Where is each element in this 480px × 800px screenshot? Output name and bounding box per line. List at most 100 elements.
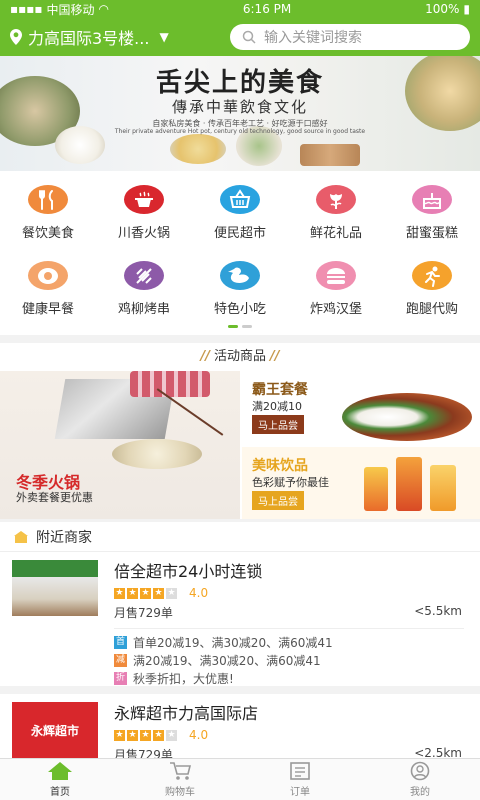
star-icon: ★ <box>127 729 138 741</box>
location-label: 力高国际3号楼... <box>28 29 150 48</box>
drinks-try-button[interactable]: 马上品尝 <box>252 491 304 510</box>
category-item-hotpot[interactable]: 川香火锅 <box>96 171 192 241</box>
app-header: 力高国际3号楼... ▼ 输入关键词搜索 <box>0 18 480 56</box>
category-item-flowers[interactable]: 鲜花礼品 <box>288 171 384 241</box>
decor-slash-icon: // <box>200 349 210 364</box>
nearby-title: 附近商家 <box>36 529 92 546</box>
page-dot-active <box>228 325 238 328</box>
hotpot-icon <box>124 185 164 214</box>
category-label: 鸡柳烤串 <box>117 302 170 317</box>
activity-title-label: 活动商品 <box>213 349 266 364</box>
promo-banner[interactable]: 舌尖上的美食 傳承中華飲食文化 自家私房美食 · 传承百年老工艺 · 好吃源于口… <box>0 56 480 171</box>
egg-icon <box>28 261 68 290</box>
home-icon <box>48 762 72 780</box>
shop-list: 倍全超市24小时连锁 ★ ★ ★ ★ ★ 4.0 月售729单 <5.5km 首 首单2… <box>0 552 480 758</box>
category-item-supermarket[interactable]: 便民超市 <box>192 171 288 241</box>
promo-item: 减 满20减19、满30减20、满60减41 <box>114 651 464 669</box>
category-item-snacks[interactable]: 特色小吃 <box>192 247 288 317</box>
clock: 6:16 PM <box>242 2 292 16</box>
winter-hotpot-card[interactable]: 冬季火锅 外卖套餐更优惠 <box>0 371 240 519</box>
nav-profile[interactable]: 我的 <box>360 759 480 800</box>
cake-icon <box>412 185 452 214</box>
location-selector[interactable]: 力高国际3号楼... ▼ <box>10 25 230 49</box>
drinks-title: 美味饮品 <box>252 458 308 474</box>
star-icon: ★ <box>153 729 164 741</box>
app-screen: ▪▪▪▪ 中国移动 ◠ 6:16 PM 100% ▮ 力高国际3号楼... ▼ … <box>0 0 480 800</box>
star-icon: ★ <box>114 729 125 741</box>
shop-logo: 永辉超市 <box>12 702 98 758</box>
shop-name: 倍全超市24小时连锁 <box>114 562 263 581</box>
banner-subtitle: 傳承中華飲食文化 <box>171 98 308 116</box>
combo-meal-image <box>342 393 472 441</box>
promo-text: 首单20减19、满30减20、满60减41 <box>133 635 333 650</box>
drink-glass-image <box>430 465 456 511</box>
runner-icon <box>412 261 452 290</box>
promo-text: 满20减19、满30减20、满60减41 <box>133 653 321 668</box>
shop-monthly-sales: 月售729单 <box>114 606 173 620</box>
combo-meal-card[interactable]: 霸王套餐 满20减10 马上品尝 <box>242 371 480 445</box>
combo-meal-title: 霸王套餐 <box>252 382 308 398</box>
promo-item: 首 首单20减19、满30减20、满60减41 <box>114 633 464 651</box>
star-icon: ★ <box>140 587 151 599</box>
top-bar: ▪▪▪▪ 中国移动 ◠ 6:16 PM 100% ▮ 力高国际3号楼... ▼ … <box>0 0 480 56</box>
shop-card[interactable]: 倍全超市24小时连锁 ★ ★ ★ ★ ★ 4.0 月售729单 <5.5km 首 首单2… <box>0 552 480 694</box>
category-label: 甜蜜蛋糕 <box>405 226 458 241</box>
page-indicator <box>0 325 480 328</box>
shop-hat-icon <box>14 530 28 543</box>
category-item-burger[interactable]: 炸鸡汉堡 <box>288 247 384 317</box>
shop-distance: <2.5km <box>414 746 462 758</box>
shop-score: 4.0 <box>189 728 209 742</box>
banner-title: 舌尖上的美食 <box>155 68 324 98</box>
cart-icon <box>170 762 191 780</box>
combo-meal-subtitle: 满20减10 <box>252 400 302 413</box>
category-item-food[interactable]: 餐饮美食 <box>0 171 96 241</box>
nav-home[interactable]: 首页 <box>0 759 120 800</box>
category-label: 跑腿代购 <box>405 302 458 317</box>
banner-food-image-center <box>170 134 226 164</box>
page-dot <box>242 325 252 328</box>
combo-meal-try-button[interactable]: 马上品尝 <box>252 415 304 434</box>
category-grid: 餐饮美食 川香火锅 便民超市 鲜花礼品 甜蜜蛋糕 健康早餐 鸡柳烤串 特色小吃 … <box>0 171 480 335</box>
category-label: 鲜花礼品 <box>309 226 362 241</box>
nav-label: 订单 <box>290 787 310 798</box>
category-item-cake[interactable]: 甜蜜蛋糕 <box>384 171 480 241</box>
star-empty-icon: ★ <box>166 587 177 599</box>
category-label: 川香火锅 <box>117 226 170 241</box>
shop-score: 4.0 <box>189 586 209 600</box>
banner-food-image-left2 <box>55 126 105 164</box>
drinks-card[interactable]: 美味饮品 色彩赋予你最佳 马上品尝 <box>242 447 480 519</box>
status-bar: ▪▪▪▪ 中国移动 ◠ 6:16 PM 100% ▮ <box>0 0 480 18</box>
category-item-errand[interactable]: 跑腿代购 <box>384 247 480 317</box>
shop-rating: ★ ★ ★ ★ ★ 4.0 <box>114 586 208 600</box>
category-label: 便民超市 <box>213 226 266 241</box>
signal-icon: ▪▪▪▪ <box>10 2 43 16</box>
activity-section-title: //活动商品// <box>0 343 480 371</box>
drink-glass-image <box>396 457 422 511</box>
shop-thumbnail <box>12 560 98 616</box>
promo-tag-first: 首 <box>114 635 127 649</box>
category-item-breakfast[interactable]: 健康早餐 <box>0 247 96 317</box>
user-icon <box>410 761 430 781</box>
nav-label: 购物车 <box>165 787 195 798</box>
category-label: 特色小吃 <box>213 302 266 317</box>
nav-orders[interactable]: 订单 <box>240 759 360 800</box>
order-icon <box>290 762 310 780</box>
battery-label: 100% <box>425 2 460 16</box>
chevron-down-icon: ▼ <box>159 30 169 44</box>
shop-name: 永辉超市力高国际店 <box>114 704 259 723</box>
duck-icon <box>220 261 260 290</box>
drink-glass-image <box>364 467 388 511</box>
shop-card[interactable]: 永辉超市 永辉超市力高国际店 ★ ★ ★ ★ ★ 4.0 月售729单 <2.5km <box>0 694 480 758</box>
nav-label: 我的 <box>410 787 430 798</box>
vegetable-plate-image <box>112 439 202 469</box>
search-input[interactable]: 输入关键词搜索 <box>230 24 470 50</box>
search-placeholder: 输入关键词搜索 <box>264 30 362 46</box>
nav-cart[interactable]: 购物车 <box>120 759 240 800</box>
shop-monthly-sales: 月售729单 <box>114 748 173 758</box>
category-item-skewers[interactable]: 鸡柳烤串 <box>96 247 192 317</box>
wifi-icon: ◠ <box>98 2 110 16</box>
shop-rating: ★ ★ ★ ★ ★ 4.0 <box>114 728 208 742</box>
shop-logo-text: 永辉超市 <box>30 723 79 738</box>
battery-icon: ▮ <box>463 2 470 16</box>
location-pin-icon <box>10 29 22 45</box>
